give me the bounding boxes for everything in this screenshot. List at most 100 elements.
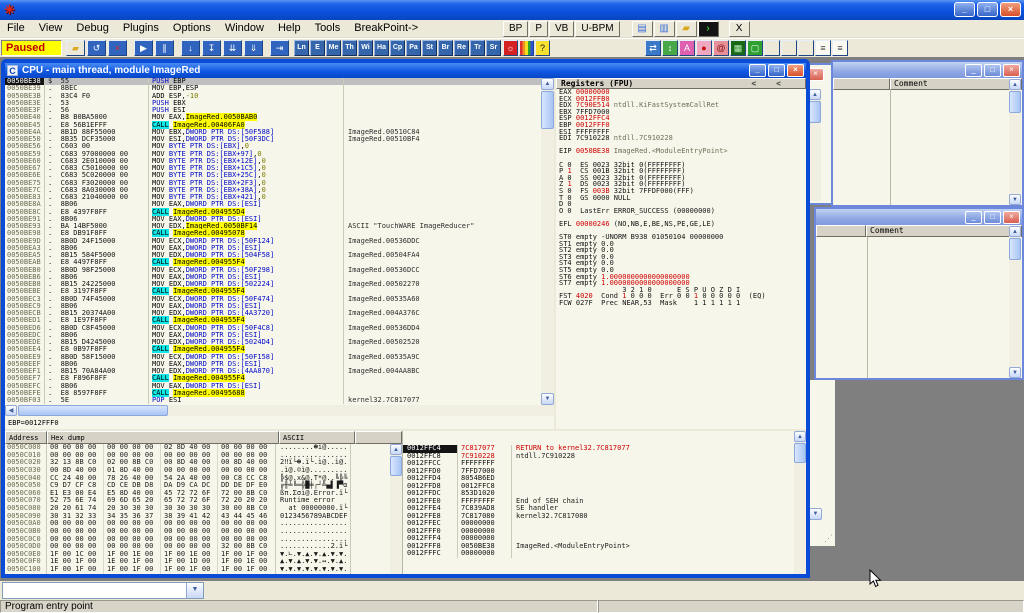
- close-button[interactable]: ×: [1000, 2, 1021, 17]
- disasm-row[interactable]: 0050BE9D. 8B0D 24F15000MOV ECX,DWORD PTR…: [5, 238, 541, 245]
- resize-button[interactable]: ↕: [662, 40, 678, 56]
- scroll-up-icon[interactable]: ▲: [541, 78, 554, 90]
- blank-1-button[interactable]: [764, 40, 780, 56]
- scroll-down-icon[interactable]: ▼: [809, 508, 822, 520]
- register-line[interactable]: EFL 00000246 (NO,NB,E,BE,NS,PE,GE,LE): [556, 221, 806, 228]
- menu-item-plugins[interactable]: Plugins: [116, 21, 166, 36]
- menu-item-help[interactable]: Help: [271, 21, 308, 36]
- letter-button-cp[interactable]: Cp: [390, 40, 405, 56]
- run-button[interactable]: ▶: [134, 40, 153, 56]
- minimize-button[interactable]: _: [954, 2, 975, 17]
- plugin-book-icon[interactable]: ▥: [654, 21, 675, 37]
- sync-button[interactable]: ⇄: [645, 40, 661, 56]
- letter-button-tr[interactable]: Tr: [470, 40, 485, 56]
- step-into-button[interactable]: ↓: [181, 40, 200, 56]
- log-list-2-button[interactable]: ≡: [832, 40, 848, 56]
- disassembly-pane[interactable]: 0050BE38$ 55PUSH EBP0050BE39. 8BECMOV EB…: [5, 78, 541, 405]
- dump-header-extra[interactable]: [355, 431, 402, 444]
- minimize-button[interactable]: _: [965, 64, 982, 77]
- disasm-row[interactable]: 0050BEF7. E8 F896F8FFCALL ImageRed.00495…: [5, 375, 541, 382]
- plugin-close-button[interactable]: X: [729, 21, 750, 37]
- comment-column-header[interactable]: Comment: [866, 225, 1022, 237]
- hardware-button[interactable]: ▦: [730, 40, 746, 56]
- letter-button-sr[interactable]: Sr: [486, 40, 501, 56]
- register-line[interactable]: FCW 027F Prec NEAR,53 Mask 1 1 1 1 1 1: [556, 300, 806, 307]
- disasm-row[interactable]: 0050BEFE. E8 8597F8FFCALL ImageRed.00495…: [5, 390, 541, 397]
- disassembly-hscrollbar[interactable]: ◀: [5, 405, 554, 416]
- scrollbar[interactable]: ▲ ▼: [1009, 79, 1021, 205]
- plugin-button-p[interactable]: P: [529, 21, 548, 37]
- scroll-thumb[interactable]: [390, 456, 402, 476]
- close-button[interactable]: ×: [787, 64, 804, 77]
- letter-button-me[interactable]: Me: [326, 40, 341, 56]
- scroll-left-icon[interactable]: ◀: [5, 405, 17, 416]
- spiral-button[interactable]: @: [713, 40, 729, 56]
- registers-nav-buttons[interactable]: <<: [751, 79, 801, 88]
- resize-grip[interactable]: ⋰: [824, 533, 833, 544]
- appearance-rainbow-button[interactable]: [519, 40, 534, 56]
- letter-button-pa[interactable]: Pa: [406, 40, 421, 56]
- plugin-button-ubpm[interactable]: U-BPM: [575, 21, 619, 37]
- execute-till-return-button[interactable]: ⇥: [270, 40, 289, 56]
- maximize-button[interactable]: □: [984, 64, 1001, 77]
- letter-button-re[interactable]: Re: [454, 40, 469, 56]
- scroll-up-icon[interactable]: ▲: [390, 444, 402, 455]
- menu-item-debug[interactable]: Debug: [69, 21, 115, 36]
- scroll-thumb[interactable]: [794, 443, 806, 463]
- menu-item-tools[interactable]: Tools: [308, 21, 348, 36]
- scroll-thumb[interactable]: [18, 405, 168, 416]
- menu-item-window[interactable]: Window: [218, 21, 271, 36]
- close-button[interactable]: ×: [1003, 211, 1020, 224]
- letter-button-br[interactable]: Br: [438, 40, 453, 56]
- stack-scrollbar[interactable]: ▲: [794, 431, 806, 574]
- plugin-folder-icon[interactable]: ▰: [676, 21, 697, 37]
- minimize-button[interactable]: _: [965, 211, 982, 224]
- scrollbar[interactable]: ▲ ▼: [1009, 226, 1021, 378]
- disasm-row[interactable]: 0050BE83. C683 21040000 00MOV BYTE PTR D…: [5, 194, 541, 201]
- close-button[interactable]: ×: [1003, 64, 1020, 77]
- scrollbar[interactable]: ▲: [809, 89, 821, 201]
- menu-item-options[interactable]: Options: [166, 21, 218, 36]
- column-header[interactable]: [833, 78, 890, 90]
- letter-button-th[interactable]: Th: [342, 40, 357, 56]
- open-file-button[interactable]: ▰: [66, 40, 85, 56]
- blank-3-button[interactable]: [798, 40, 814, 56]
- cpu-titlebar[interactable]: C CPU - main thread, module ImageRed _ □…: [5, 63, 806, 78]
- command-combobox[interactable]: ▼: [2, 582, 204, 599]
- plugin-button-bp[interactable]: BP: [503, 21, 528, 37]
- log-list-1-button[interactable]: ≡: [815, 40, 831, 56]
- restart-button[interactable]: ↺: [87, 40, 106, 56]
- letter-button-e[interactable]: E: [310, 40, 325, 56]
- maximize-button[interactable]: □: [984, 211, 1001, 224]
- disasm-row[interactable]: 0050BE8C. E8 4397F8FFCALL ImageRed.00495…: [5, 209, 541, 216]
- disasm-row[interactable]: 0050BEC3. 8B0D 74F45000MOV ECX,DWORD PTR…: [5, 296, 541, 303]
- blank-2-button[interactable]: [781, 40, 797, 56]
- plugin-notepad-icon[interactable]: ▤: [632, 21, 653, 37]
- disasm-row[interactable]: 0050BE3B. 83C4 F0ADD ESP,-10: [5, 93, 541, 100]
- column-header[interactable]: [816, 225, 866, 237]
- restore-button[interactable]: □: [768, 64, 785, 77]
- appearance-button[interactable]: A: [679, 40, 695, 56]
- letter-button-ln[interactable]: Ln: [294, 40, 309, 56]
- combobox-dropdown-icon[interactable]: ▼: [186, 583, 203, 598]
- dump-row[interactable]: 0050C1001F 00 1F 001F 00 1F 001F 00 1F 0…: [5, 566, 402, 574]
- hex-dump-pane[interactable]: Address Hex dump ASCII 0050C00000 00 00 …: [5, 431, 402, 574]
- disasm-row[interactable]: 0050BED6. 8B0D C8F45000MOV ECX,DWORD PTR…: [5, 325, 541, 332]
- menu-item-breakpoint[interactable]: BreakPoint->: [347, 21, 425, 36]
- letter-button-wi[interactable]: Wi: [358, 40, 373, 56]
- disasm-row[interactable]: 0050BE3E. 53PUSH EBX: [5, 100, 541, 107]
- registers-pane[interactable]: Registers (FPU) << EAX 00000000ECX 0012F…: [556, 78, 806, 429]
- plugin-button-vb[interactable]: VB: [549, 21, 574, 37]
- disassembly-scrollbar[interactable]: ▲ ▼: [541, 78, 554, 405]
- disasm-row[interactable]: 0050BE38$ 55PUSH EBP: [5, 78, 541, 85]
- disasm-row[interactable]: 0050BEE9. 8B0D 58F15000MOV ECX,DWORD PTR…: [5, 354, 541, 361]
- window-titlebar[interactable]: _ □ ×: [816, 209, 1022, 225]
- disasm-row[interactable]: 0050BF03. 5EPOP ESIkernel32.7C817077: [5, 397, 541, 404]
- pause-button[interactable]: ∥: [155, 40, 174, 56]
- disasm-row[interactable]: 0050BEB0. 8B0D 98F25000MOV ECX,DWORD PTR…: [5, 267, 541, 274]
- menu-item-view[interactable]: View: [32, 21, 70, 36]
- letter-button-st[interactable]: St: [422, 40, 437, 56]
- scroll-down-icon[interactable]: ▼: [541, 393, 554, 405]
- comment-column-header[interactable]: Comment: [890, 78, 1022, 90]
- register-line[interactable]: EDI 7C910228 ntdll.7C910228: [556, 135, 806, 142]
